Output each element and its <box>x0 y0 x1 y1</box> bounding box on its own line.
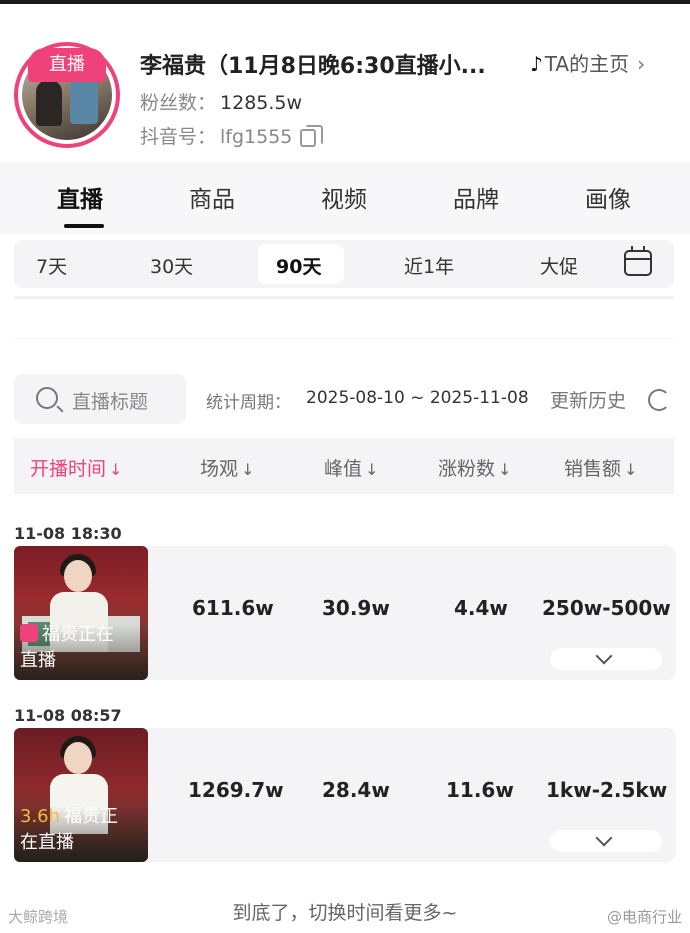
tab-portrait[interactable]: 画像 <box>568 180 648 214</box>
tab-live[interactable]: 直播 <box>40 180 120 214</box>
sort-arrow-icon: ↓ <box>241 460 255 479</box>
profile-header: 直播 李福贵（11月8日晚6:30直播小... ♪ TA的主页 › 粉丝数： 1285… <box>0 4 690 162</box>
expand-button[interactable] <box>550 829 662 852</box>
douyin-id-label: 抖音号： <box>140 126 217 148</box>
row-start-time: 11-08 08:57 <box>14 706 122 725</box>
col-start-time[interactable]: 开播时间 ↓ <box>30 454 122 481</box>
table-row[interactable]: 福贵正在 直播 611.6w 30.9w 4.4w 250w-500w <box>14 546 676 680</box>
peak-value: 30.9w <box>322 596 390 620</box>
douyin-id: 抖音号： lfg1555 <box>140 122 324 149</box>
duration-label: 3.6h <box>20 806 61 827</box>
sort-arrow-icon: ↓ <box>109 460 123 479</box>
homepage-link[interactable]: ♪ TA的主页 › <box>530 48 645 77</box>
refresh-icon[interactable] <box>648 389 670 411</box>
period-1y[interactable]: 近1年 <box>404 252 454 279</box>
chevron-down-icon <box>595 829 613 847</box>
col-fans-gain[interactable]: 涨粉数 ↓ <box>438 454 511 481</box>
douyin-id-value: lfg1555 <box>220 126 293 148</box>
sort-arrow-icon: ↓ <box>365 460 379 479</box>
copy-icon[interactable] <box>300 124 324 147</box>
live-thumbnail[interactable]: 福贵正在 直播 <box>14 546 148 680</box>
live-indicator-icon <box>20 624 38 642</box>
stat-period-label: 统计周期： <box>206 393 291 413</box>
period-90d[interactable]: 90天 <box>276 252 321 279</box>
col-sales[interactable]: 销售额 ↓ <box>564 454 637 481</box>
active-tab-indicator <box>64 224 104 228</box>
search-input[interactable]: 直播标题 <box>14 374 186 424</box>
end-of-list-hint: 到底了，切换时间看更多~ <box>232 902 458 924</box>
search-icon <box>36 387 58 409</box>
views-value: 1269.7w <box>188 778 284 802</box>
tab-brands[interactable]: 品牌 <box>436 180 516 214</box>
calendar-icon[interactable] <box>624 246 652 276</box>
fans-gain-value: 4.4w <box>454 596 508 620</box>
chevron-down-icon <box>595 647 613 665</box>
watermark-right: @电商行业 <box>606 908 682 926</box>
col-views[interactable]: 场观 ↓ <box>200 454 254 481</box>
search-placeholder: 直播标题 <box>72 391 149 413</box>
chevron-right-icon: › <box>637 52 646 76</box>
sales-value: 250w-500w <box>542 596 671 620</box>
expand-button[interactable] <box>550 647 662 670</box>
fans-value: 1285.5w <box>220 92 303 114</box>
douyin-logo-icon: ♪ <box>530 52 543 76</box>
row-start-time: 11-08 18:30 <box>14 524 122 543</box>
thumbnail-caption: 3.6h 福贵正 在直播 <box>20 806 119 853</box>
sort-arrow-icon: ↓ <box>624 460 638 479</box>
live-thumbnail[interactable]: 3.6h 福贵正 在直播 <box>14 728 148 862</box>
views-value: 611.6w <box>192 596 274 620</box>
peak-value: 28.4w <box>322 778 390 802</box>
period-promo[interactable]: 大促 <box>540 252 578 279</box>
divider <box>14 338 674 339</box>
thumbnail-caption: 福贵正在 直播 <box>20 624 114 671</box>
col-peak[interactable]: 峰值 ↓ <box>324 454 378 481</box>
homepage-label: TA的主页 <box>544 52 630 76</box>
sort-arrow-icon: ↓ <box>498 460 512 479</box>
tab-videos[interactable]: 视频 <box>304 180 384 214</box>
tab-products[interactable]: 商品 <box>172 180 252 214</box>
fans-count: 粉丝数： 1285.5w <box>140 88 302 115</box>
live-badge: 直播 <box>28 48 106 82</box>
table-row[interactable]: 3.6h 福贵正 在直播 1269.7w 28.4w 11.6w 1kw-2.5kw <box>14 728 676 862</box>
period-filter: 7天 30天 90天 近1年 大促 <box>14 240 674 288</box>
table-header: 开播时间 ↓ 场观 ↓ 峰值 ↓ 涨粉数 ↓ 销售额 ↓ <box>14 438 674 494</box>
sales-value: 1kw-2.5kw <box>546 778 668 802</box>
fans-gain-value: 11.6w <box>446 778 514 802</box>
streamer-name: 李福贵（11月8日晚6:30直播小... <box>140 54 486 79</box>
stat-period-range: 2025-08-10 ~ 2025-11-08 <box>306 388 529 408</box>
period-30d[interactable]: 30天 <box>150 252 193 279</box>
fans-label: 粉丝数： <box>140 92 217 114</box>
period-7d[interactable]: 7天 <box>36 252 67 279</box>
update-history-button[interactable]: 更新历史 <box>550 386 626 413</box>
main-tabs: 直播 商品 视频 品牌 画像 <box>0 162 690 234</box>
watermark-left: 大鲸跨境 <box>8 908 69 926</box>
divider <box>14 296 674 299</box>
